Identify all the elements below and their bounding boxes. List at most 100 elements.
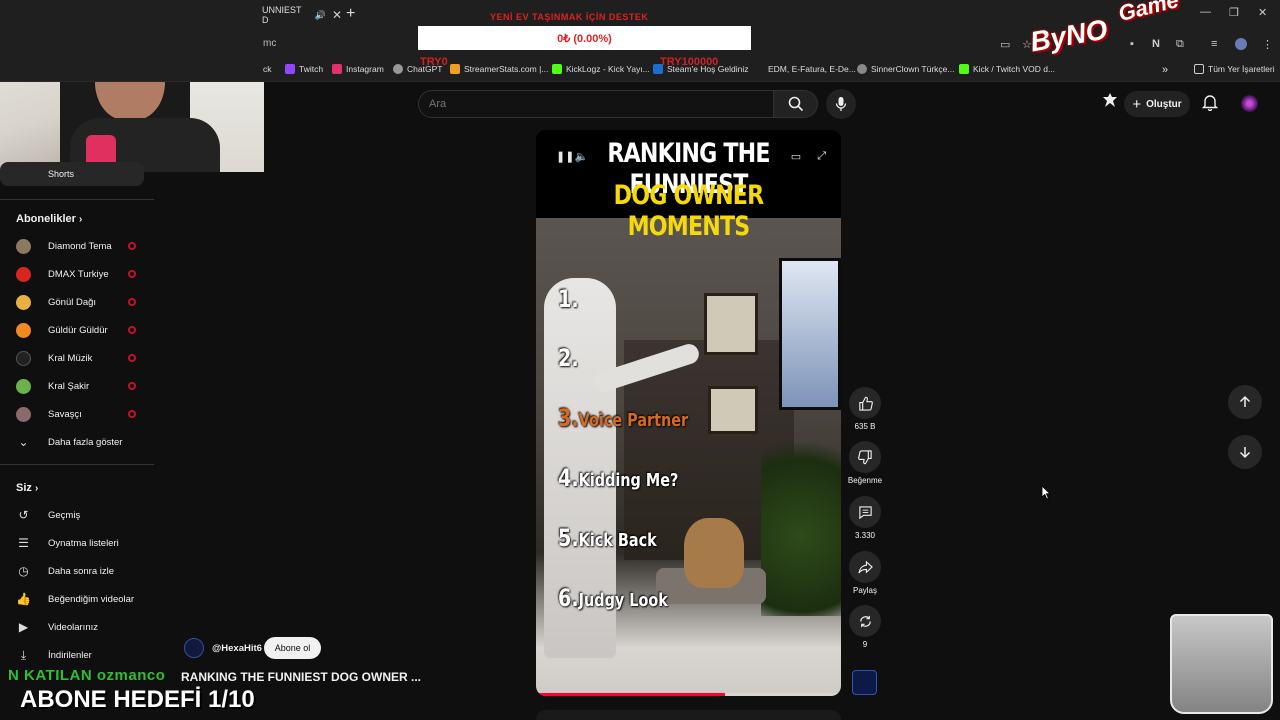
live-indicator-icon (128, 354, 136, 362)
share-icon (857, 560, 873, 573)
you-heading[interactable]: Siz › (16, 482, 38, 494)
channel-avatar (16, 266, 31, 282)
bookmark-item[interactable]: StreamerStats.com |... (450, 64, 548, 74)
chevron-right-icon: › (78, 214, 83, 225)
live-indicator-icon (128, 382, 136, 390)
notion-icon[interactable]: N (1152, 38, 1160, 50)
ranking-item-2: 2. (558, 344, 579, 372)
sidebar-item-subscription[interactable]: Kral Şakir (16, 376, 144, 396)
live-indicator-icon (128, 270, 136, 278)
chevron-down-icon: ⌄ (18, 435, 29, 449)
show-more-button[interactable]: ⌄ Daha fazla göster (16, 432, 144, 452)
dislike-button[interactable]: Beğenme (847, 441, 883, 485)
volume-icon[interactable]: 🔈 (574, 150, 588, 163)
thumbs-down-icon (857, 449, 872, 464)
sound-avatar[interactable] (852, 670, 877, 695)
address-text[interactable]: mc (263, 38, 276, 49)
sidebar-item-subscription[interactable]: Savaşçı (16, 404, 144, 424)
create-button[interactable]: + Oluştur (1124, 91, 1190, 117)
sidebar-item-liked-videos[interactable]: 👍 Beğendiğim videolar (16, 589, 144, 609)
pause-icon[interactable]: ❚❚ (556, 150, 574, 163)
new-tab-icon[interactable]: + (346, 5, 355, 23)
clock-icon: ◷ (18, 564, 29, 578)
account-avatar[interactable] (1241, 95, 1258, 112)
sidebar-item-subscription[interactable]: Gönül Dağı (16, 292, 144, 312)
ranking-item-5: 5.Kick Back (558, 524, 657, 552)
bookmark-item[interactable]: Instagram (332, 64, 384, 74)
chatgpt-icon (393, 64, 403, 74)
next-short-preview[interactable] (536, 710, 841, 720)
sidebar-item-subscription[interactable]: Diamond Tema (16, 236, 144, 256)
ranking-item-4: 4.Kidding Me? (558, 464, 679, 492)
channel-avatar (16, 406, 31, 422)
sidebar-item-subscription[interactable]: DMAX Turkiye (16, 264, 144, 284)
comment-count: 3.330 (854, 531, 876, 540)
captions-icon[interactable]: ▭ (791, 150, 801, 163)
video-controls: ❚❚ 🔈 ▭ ⤢ (556, 150, 826, 163)
new-member-ticker: N KATILAN ozmanco (8, 667, 166, 684)
live-indicator-icon (128, 298, 136, 306)
menu-icon[interactable]: ⋮ (1262, 38, 1273, 51)
like-count: 635 B (854, 422, 876, 431)
streamerstats-icon (450, 64, 460, 74)
premium-icon[interactable] (1102, 92, 1118, 113)
channel-name[interactable]: @HexaHit6 (212, 643, 262, 654)
sidebar-item-your-videos[interactable]: ▶ Videolarınız (16, 617, 144, 637)
sidebar-item-subscription[interactable]: Kral Müzik (16, 348, 144, 368)
bookmark-item[interactable]: ck (263, 64, 272, 74)
live-indicator-icon (128, 326, 136, 334)
like-button[interactable]: 635 B (847, 387, 883, 431)
subscribe-button[interactable]: Abone ol (264, 637, 321, 659)
maximize-icon[interactable]: ❐ (1229, 6, 1239, 19)
minimize-icon[interactable]: — (1200, 6, 1211, 18)
instagram-icon (332, 64, 342, 74)
sidebar-item-label: Shorts (48, 169, 75, 179)
ranking-item-3: 3.Voice Partner (558, 404, 689, 432)
channel-avatar[interactable] (184, 638, 204, 658)
search-button[interactable] (774, 90, 818, 118)
bookmark-item[interactable]: Kick / Twitch VOD d... (959, 64, 1055, 74)
remix-button[interactable]: 9 (847, 605, 883, 649)
comments-button[interactable]: 3.330 (847, 496, 883, 540)
share-button[interactable]: Paylaş (847, 551, 883, 595)
profile-icon[interactable] (1235, 38, 1247, 50)
extension-icon[interactable]: ▪ (1130, 38, 1134, 50)
microphone-icon (835, 97, 847, 111)
chevron-right-icon: › (34, 483, 39, 494)
sidebar-item-downloads[interactable]: ⤓ İndirilenler (16, 645, 144, 665)
divider (0, 199, 154, 200)
channel-avatar (16, 322, 31, 338)
bookmark-item[interactable]: KickLogz - Kick Yayı... (552, 64, 650, 74)
media-icon[interactable]: ≡ (1211, 38, 1217, 50)
more-bookmarks-icon[interactable]: » (1162, 64, 1168, 76)
bookmark-item[interactable]: SinnerClown Türkçe... (857, 64, 954, 74)
folder-icon (1194, 64, 1204, 74)
cast-icon[interactable]: ▭ (1000, 38, 1010, 51)
sidebar-item-watch-later[interactable]: ◷ Daha sonra izle (16, 561, 144, 581)
sidebar-item-playlists[interactable]: ☰ Oynatma listeleri (16, 533, 144, 553)
search-input[interactable] (429, 98, 749, 110)
puzzle-icon[interactable]: ⧉ (1176, 38, 1184, 51)
browser-tab[interactable]: UNNIEST D 🔊 ✕ (262, 4, 342, 26)
video-progress-bar[interactable] (536, 693, 841, 696)
video-overlay-title-line2: DOG OWNER MOMENTS (613, 180, 764, 242)
dislike-label: Beğenme (847, 476, 883, 485)
subscriptions-heading[interactable]: Abonelikler › (16, 213, 82, 225)
sidebar-item-history[interactable]: ↺ Geçmiş (16, 505, 144, 525)
sidebar-item-subscription[interactable]: Güldür Güldür (16, 320, 144, 340)
all-bookmarks[interactable]: Tüm Yer İşaretleri (1194, 64, 1275, 74)
channel-info[interactable]: @HexaHit6 (184, 638, 262, 658)
close-tab-icon[interactable]: ✕ (332, 8, 342, 22)
shorts-video-player[interactable]: RANKING THE FUNNIEST DOG OWNER MOMENTS ❚… (536, 130, 841, 696)
close-window-icon[interactable]: ✕ (1258, 6, 1267, 19)
glass-overlay (1170, 614, 1273, 714)
bookmark-item[interactable]: Twitch (285, 64, 323, 74)
bookmark-item[interactable]: EDM, E-Fatura, E-De... (768, 64, 856, 74)
fullscreen-icon[interactable]: ⤢ (817, 150, 826, 163)
notifications-bell-icon[interactable] (1201, 94, 1219, 116)
video-title[interactable]: RANKING THE FUNNIEST DOG OWNER ... (181, 670, 421, 684)
previous-short-button[interactable] (1228, 385, 1262, 419)
sidebar-item-shorts[interactable]: Shorts (0, 162, 144, 186)
voice-search-button[interactable] (826, 89, 856, 119)
next-short-button[interactable] (1228, 435, 1262, 469)
